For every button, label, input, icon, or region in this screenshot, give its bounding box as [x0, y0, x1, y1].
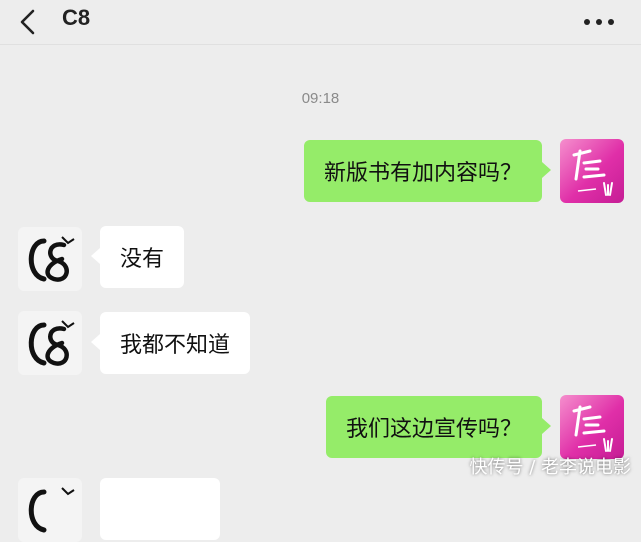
bubble-tail — [542, 162, 551, 178]
message-text: 新版书有加内容吗？ — [323, 161, 522, 186]
own-avatar-image — [572, 405, 613, 452]
bubble-tail — [91, 248, 100, 264]
outgoing-message[interactable]: 新版书有加内容吗？ — [303, 140, 551, 202]
contact-avatar[interactable] — [18, 227, 82, 291]
bubble-tail — [542, 418, 551, 434]
incoming-message-partial[interactable] — [100, 478, 220, 540]
bubble-tail — [91, 334, 100, 350]
contact-avatar-image — [28, 236, 75, 282]
chat-title: C8 — [62, 5, 91, 30]
message-text: 我都不知道 — [120, 333, 231, 358]
message-text: 我们这边宣传吗？ — [345, 417, 522, 442]
contact-avatar-image — [28, 320, 75, 366]
outgoing-message[interactable]: 我们这边宣传吗？ — [325, 396, 551, 458]
message-timestamp: 09:18 — [301, 90, 340, 107]
chat-header: C8 — [0, 0, 641, 45]
more-dots-icon[interactable] — [579, 10, 619, 34]
incoming-message[interactable]: 没有 — [91, 226, 185, 288]
contact-avatar[interactable] — [18, 311, 82, 375]
contact-avatar[interactable] — [18, 478, 82, 542]
incoming-message[interactable]: 我都不知道 — [91, 312, 251, 374]
contact-avatar-image — [28, 487, 75, 533]
message-text: 没有 — [120, 247, 165, 272]
own-avatar-image — [572, 149, 613, 196]
own-avatar[interactable] — [560, 139, 624, 203]
chevron-left-icon[interactable] — [14, 6, 44, 38]
own-avatar[interactable] — [560, 395, 624, 459]
watermark: 快传号 / 老李说电影 — [469, 457, 631, 478]
